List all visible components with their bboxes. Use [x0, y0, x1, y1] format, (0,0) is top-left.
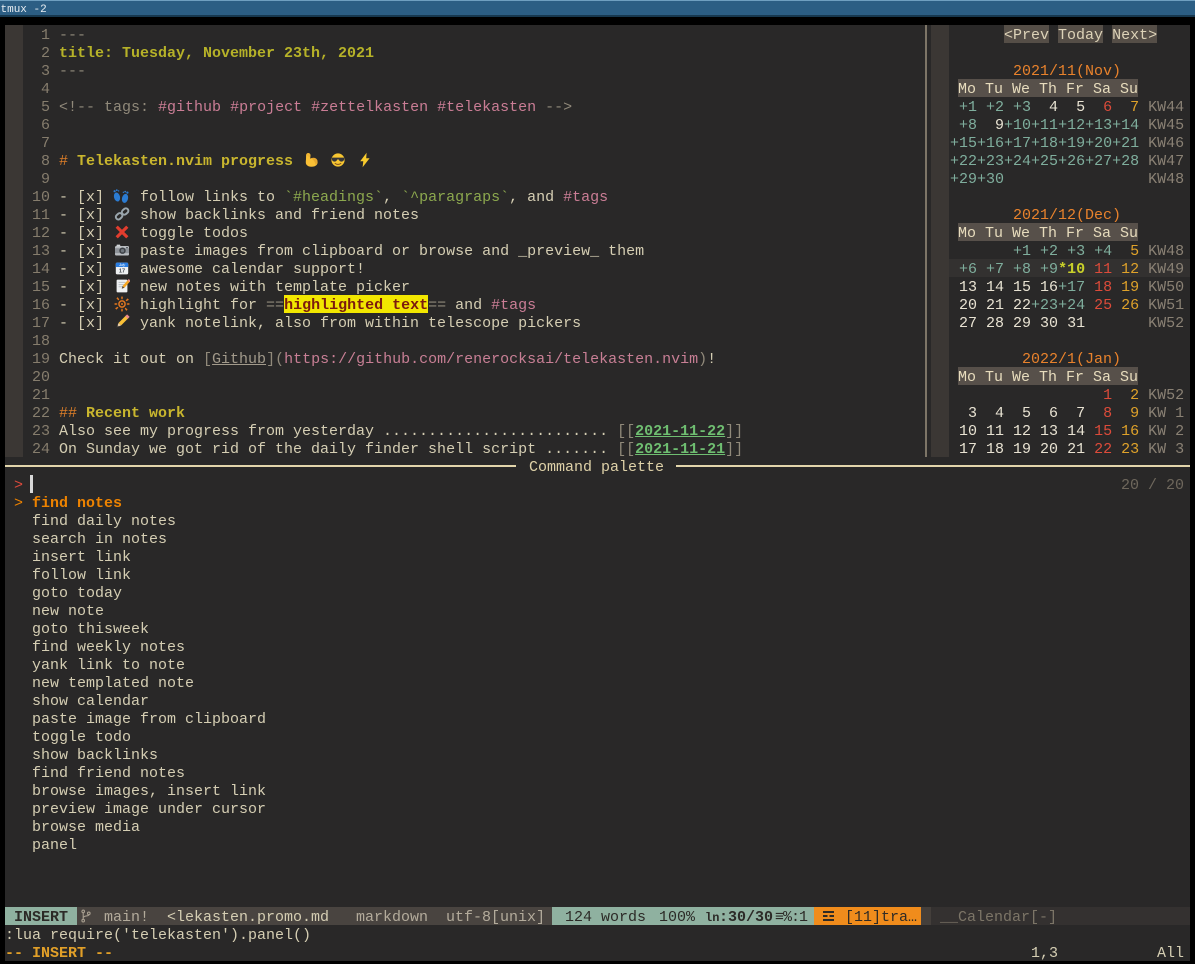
svg-text:July: July — [118, 263, 125, 267]
svg-text:17: 17 — [119, 269, 125, 275]
